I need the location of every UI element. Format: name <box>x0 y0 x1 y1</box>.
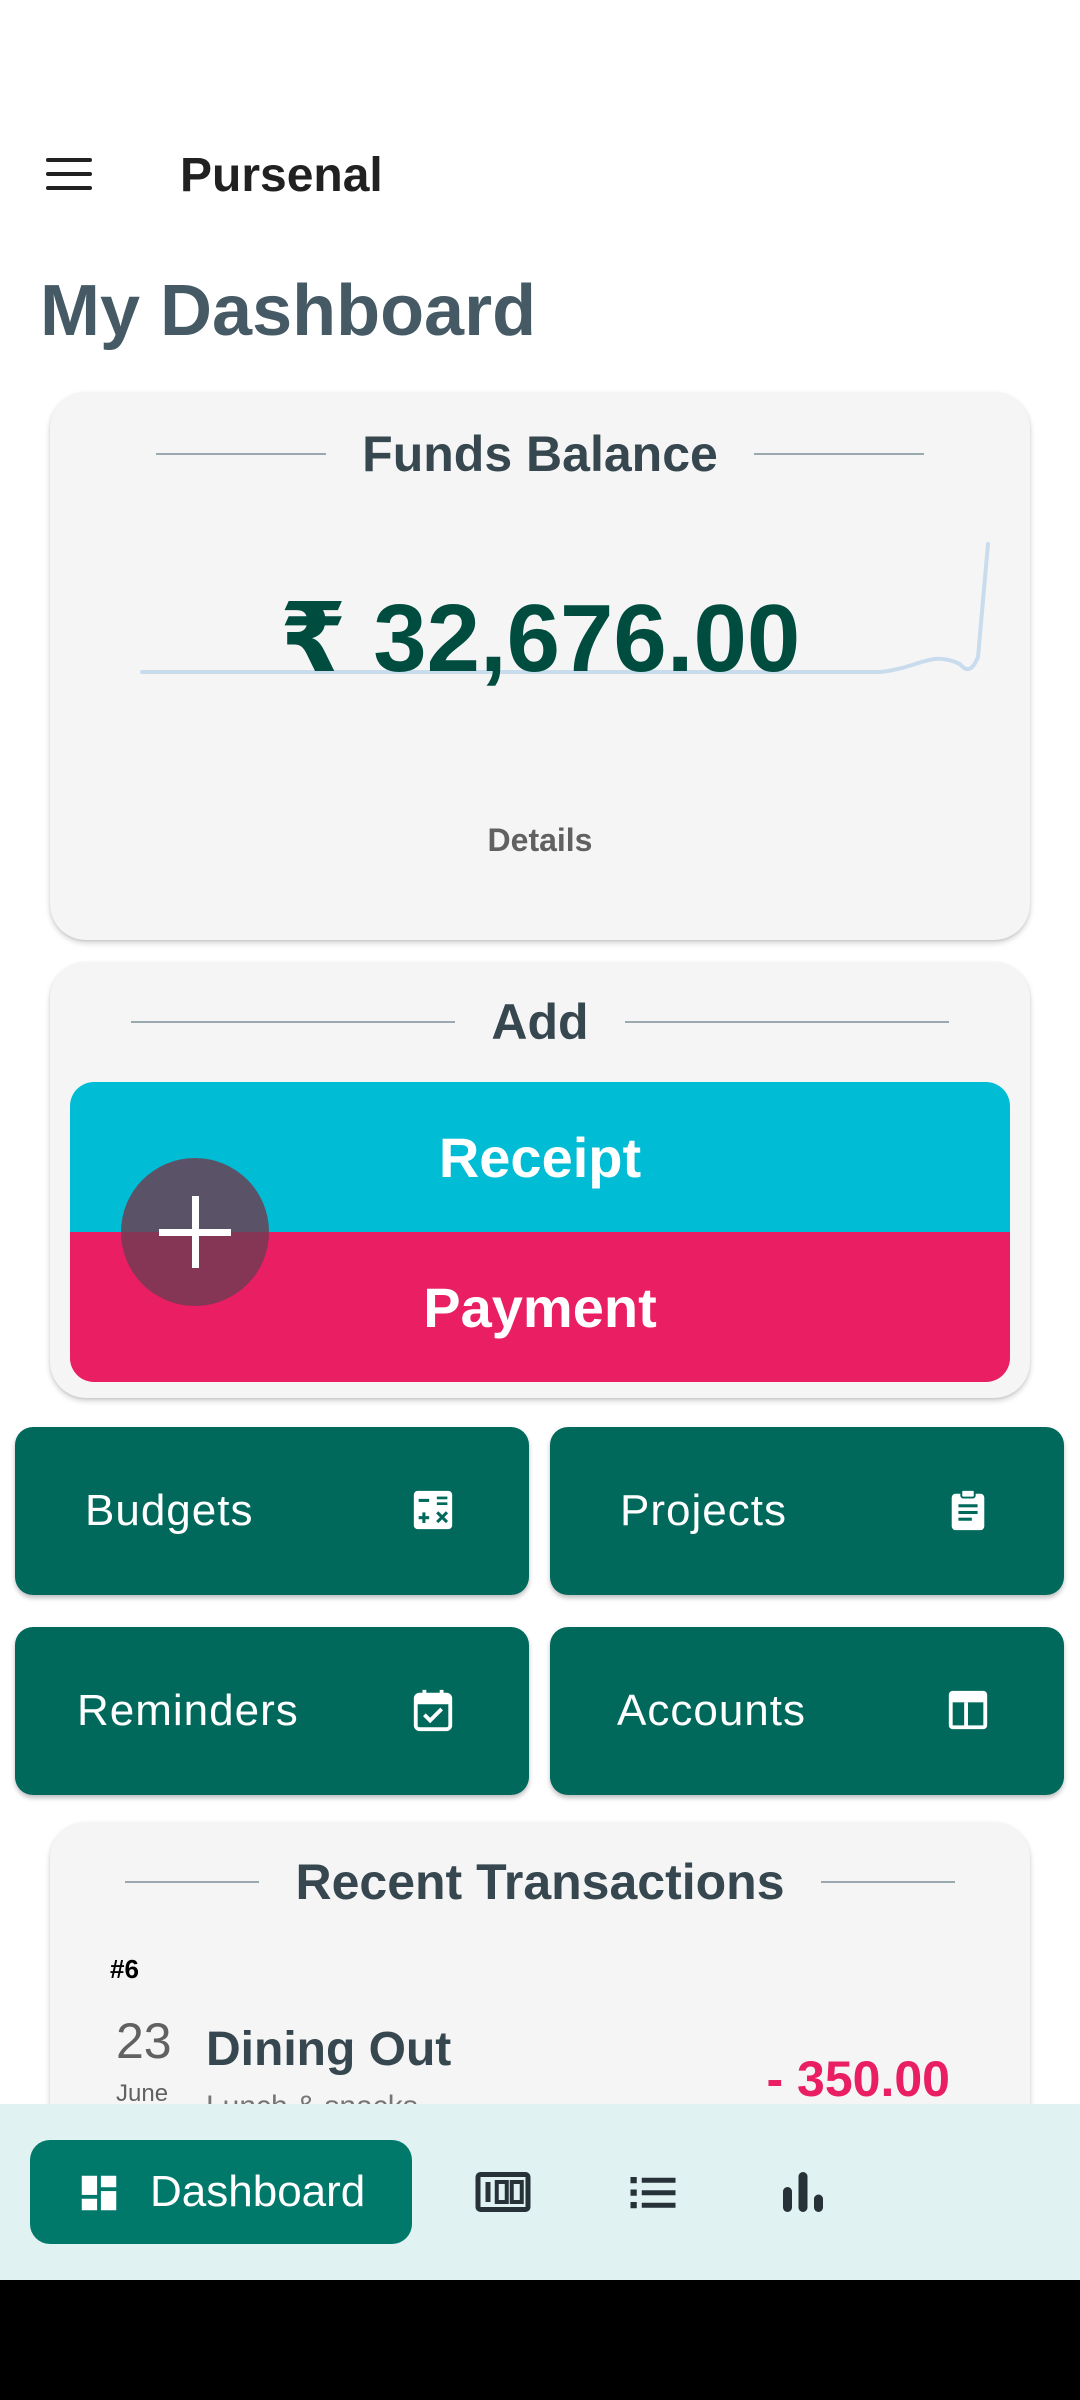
transaction-day: 23 <box>116 2013 172 2069</box>
recent-card-header: Recent Transactions <box>50 1842 1030 1922</box>
budgets-button[interactable]: Budgets <box>15 1427 529 1595</box>
list-icon[interactable] <box>623 2162 683 2222</box>
transaction-category: Dining Out <box>206 2023 452 2076</box>
add-card-header: Add <box>50 982 1030 1062</box>
funds-heading: Funds Balance <box>362 426 718 482</box>
app-title: Pursenal <box>180 149 383 202</box>
plus-icon[interactable] <box>121 1158 269 1306</box>
transaction-number: #6 <box>110 1954 139 1984</box>
add-heading: Add <box>491 994 589 1050</box>
funds-card-header: Funds Balance <box>50 414 1030 494</box>
clipboard-icon <box>951 1488 985 1531</box>
funds-balance-amount: ₹ 32,676.00 <box>279 585 801 692</box>
counter-icon[interactable] <box>473 2162 533 2222</box>
nav-dashboard-label: Dashboard <box>150 2167 366 2216</box>
add-card: Add Receipt Payment <box>50 962 1030 1398</box>
recent-heading: Recent Transactions <box>295 1854 785 1910</box>
transaction-amount: - 350.00 <box>766 2051 950 2107</box>
reminders-button[interactable]: Reminders <box>15 1627 529 1795</box>
calendar-check-icon <box>413 1689 453 1732</box>
bar-chart-icon[interactable] <box>773 2162 833 2222</box>
accounts-label: Accounts <box>617 1686 806 1735</box>
table-icon <box>948 1690 988 1730</box>
page-title: My Dashboard <box>40 271 537 351</box>
calculator-icon <box>413 1490 453 1530</box>
nav-dashboard[interactable]: Dashboard <box>30 2140 412 2244</box>
app-bar: Pursenal <box>0 0 1080 270</box>
reminders-label: Reminders <box>77 1686 299 1735</box>
projects-button[interactable]: Projects <box>550 1427 1064 1595</box>
dashboard-icon <box>81 2175 117 2211</box>
projects-label: Projects <box>620 1486 787 1535</box>
accounts-button[interactable]: Accounts <box>550 1627 1064 1795</box>
details-link[interactable]: Details <box>50 822 1030 859</box>
bottom-navigation: Dashboard <box>0 2104 1080 2280</box>
budgets-label: Budgets <box>85 1486 254 1535</box>
funds-balance-card[interactable]: Funds Balance ₹ 32,676.00 Details <box>50 392 1030 940</box>
system-navigation-bar <box>0 2280 1080 2400</box>
menu-icon[interactable] <box>46 158 92 190</box>
